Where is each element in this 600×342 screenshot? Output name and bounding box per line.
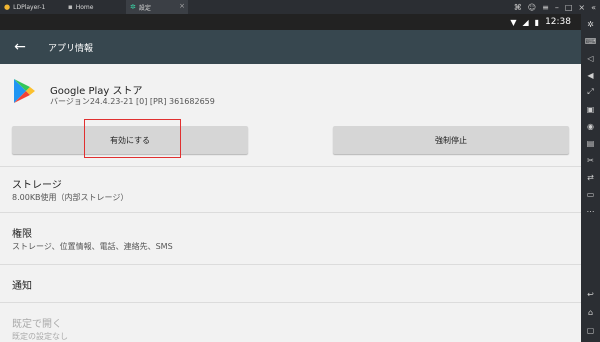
tab-ldplayer[interactable]: ● LDPlayer-1 [0, 0, 64, 14]
tab-label: LDPlayer-1 [13, 3, 46, 11]
account-icon[interactable]: ☺ [528, 3, 536, 12]
maximize-icon[interactable]: □ [565, 3, 573, 12]
row-title: ストレージ [12, 180, 62, 191]
wifi-icon: ▼ [510, 17, 517, 27]
close-window-icon[interactable]: × [578, 3, 585, 12]
notifications-row[interactable]: 通知 [0, 264, 581, 302]
volume-up-icon[interactable]: ◁ [584, 52, 598, 64]
settings-icon[interactable]: ✲ [584, 18, 598, 30]
minimize-icon[interactable]: – [555, 3, 559, 12]
row-title: 既定で開く [12, 319, 62, 330]
app-header: Google Play ストア バージョン24.4.23-21 [0] [PR]… [0, 64, 581, 116]
page-title: アプリ情報 [48, 43, 94, 54]
emulator-window: ● LDPlayer-1 ▪ Home ✲ 設定 × ⌘ ☺ ≡ – □ × «… [0, 0, 600, 342]
android-status-bar: ▼ ◢ ▮ 12:38 [0, 14, 581, 30]
apk-install-icon[interactable]: ▤ [584, 137, 598, 149]
tab-label: Home [75, 3, 94, 11]
permissions-row[interactable]: 権限 ストレージ、位置情報、電話、連絡先、SMS [0, 212, 581, 264]
tab-label: 設定 [138, 4, 151, 12]
ldplayer-logo-icon: ● [4, 3, 11, 11]
row-title: 通知 [12, 281, 32, 292]
back-arrow-icon[interactable]: ← [0, 39, 40, 55]
screenshot-icon[interactable]: ▣ [584, 103, 598, 115]
window-controls: ⌘ ☺ ≡ – □ × « [514, 0, 596, 14]
keyboard-icon[interactable]: ⌨ [584, 35, 598, 47]
android-home-icon[interactable]: ⌂ [584, 306, 598, 318]
tab-settings[interactable]: ✲ 設定 × [126, 0, 188, 14]
record-icon[interactable]: ◉ [584, 120, 598, 132]
close-tab-icon[interactable]: × [179, 2, 185, 10]
nav-buttons: ↩ ⌂ ▢ [581, 288, 600, 336]
collapse-sidebar-icon[interactable]: « [591, 3, 596, 12]
home-tab-icon: ▪ [68, 3, 73, 11]
enable-button[interactable]: 有効にする [12, 126, 248, 154]
folder-icon[interactable]: ▭ [584, 188, 598, 200]
battery-icon: ▮ [534, 17, 540, 27]
more-icon[interactable]: ⋯ [584, 205, 598, 217]
status-time: 12:38 [545, 17, 571, 27]
row-title: 権限 [12, 229, 32, 240]
app-bar: ← アプリ情報 [0, 30, 581, 64]
storage-row[interactable]: ストレージ 8.00KB使用（内部ストレージ） [0, 166, 581, 212]
android-recents-icon[interactable]: ▢ [584, 324, 598, 336]
fullscreen-icon[interactable]: ⤢ [584, 86, 598, 98]
signal-icon: ◢ [522, 17, 529, 27]
settings-gear-icon: ✲ [130, 3, 136, 11]
volume-down-icon[interactable]: ◀ [584, 69, 598, 81]
cut-icon[interactable]: ✂ [584, 154, 598, 166]
row-subtitle: 8.00KB使用（内部ストレージ） [12, 193, 129, 202]
force-stop-button[interactable]: 強制停止 [333, 126, 569, 154]
menu-icon[interactable]: ≡ [542, 3, 549, 12]
row-subtitle: ストレージ、位置情報、電話、連絡先、SMS [12, 242, 173, 251]
sync-icon[interactable]: ⇄ [584, 171, 598, 183]
app-version: バージョン24.4.23-21 [0] [PR] 361682659 [50, 97, 215, 106]
tab-home[interactable]: ▪ Home [64, 0, 126, 14]
app-name: Google Play ストア [50, 86, 143, 97]
google-play-icon [14, 79, 35, 103]
row-subtitle: 既定の設定なし [12, 332, 68, 341]
android-back-icon[interactable]: ↩ [584, 288, 598, 300]
emulator-titlebar: ● LDPlayer-1 ▪ Home ✲ 設定 × ⌘ ☺ ≡ – □ × « [0, 0, 600, 14]
app-info-content: Google Play ストア バージョン24.4.23-21 [0] [PR]… [0, 64, 581, 342]
open-by-default-row: 既定で開く 既定の設定なし [0, 302, 581, 342]
emulator-sidebar: ✲ ⌨ ◁ ◀ ⤢ ▣ ◉ ▤ ✂ ⇄ ▭ ⋯ ↩ ⌂ ▢ [581, 14, 600, 342]
gamepad-icon[interactable]: ⌘ [514, 3, 522, 12]
